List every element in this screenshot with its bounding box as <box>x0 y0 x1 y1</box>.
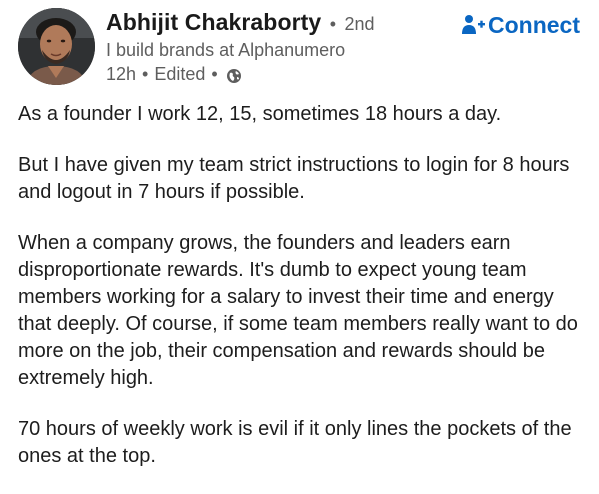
post-paragraph: As a founder I work 12, 15, sometimes 18… <box>18 103 502 125</box>
profile-photo-icon <box>18 8 95 85</box>
connect-button[interactable]: Connect <box>461 9 580 41</box>
author-avatar[interactable] <box>18 8 95 85</box>
feed-post: Abhijit Chakraborty • 2nd I build brands… <box>0 0 599 472</box>
connection-degree: 2nd <box>344 14 375 34</box>
add-person-icon <box>461 13 485 37</box>
post-paragraph: When a company grows, the founders and l… <box>18 232 578 389</box>
separator-dot: • <box>329 14 337 34</box>
author-meta: Abhijit Chakraborty • 2nd I build brands… <box>106 6 436 86</box>
author-headline: I build brands at Alphanumero <box>106 40 346 60</box>
post-header: Abhijit Chakraborty • 2nd I build brands… <box>18 6 588 86</box>
post-paragraph: 70 hours of weekly work is evil if it on… <box>18 418 572 467</box>
author-name[interactable]: Abhijit Chakraborty <box>106 9 321 35</box>
edited-label: Edited <box>154 64 206 84</box>
post-body: As a founder I work 12, 15, sometimes 18… <box>18 101 588 494</box>
globe-icon <box>226 66 242 83</box>
connect-label: Connect <box>488 11 580 38</box>
name-line: Abhijit Chakraborty • 2nd <box>106 6 436 38</box>
separator-dot: • <box>142 64 149 84</box>
post-paragraph: But I have given my team strict instruct… <box>18 154 570 203</box>
separator-dot: • <box>211 64 218 84</box>
post-time: 12h <box>106 64 137 84</box>
post-timestamp-line: 12h • Edited • <box>106 62 436 86</box>
